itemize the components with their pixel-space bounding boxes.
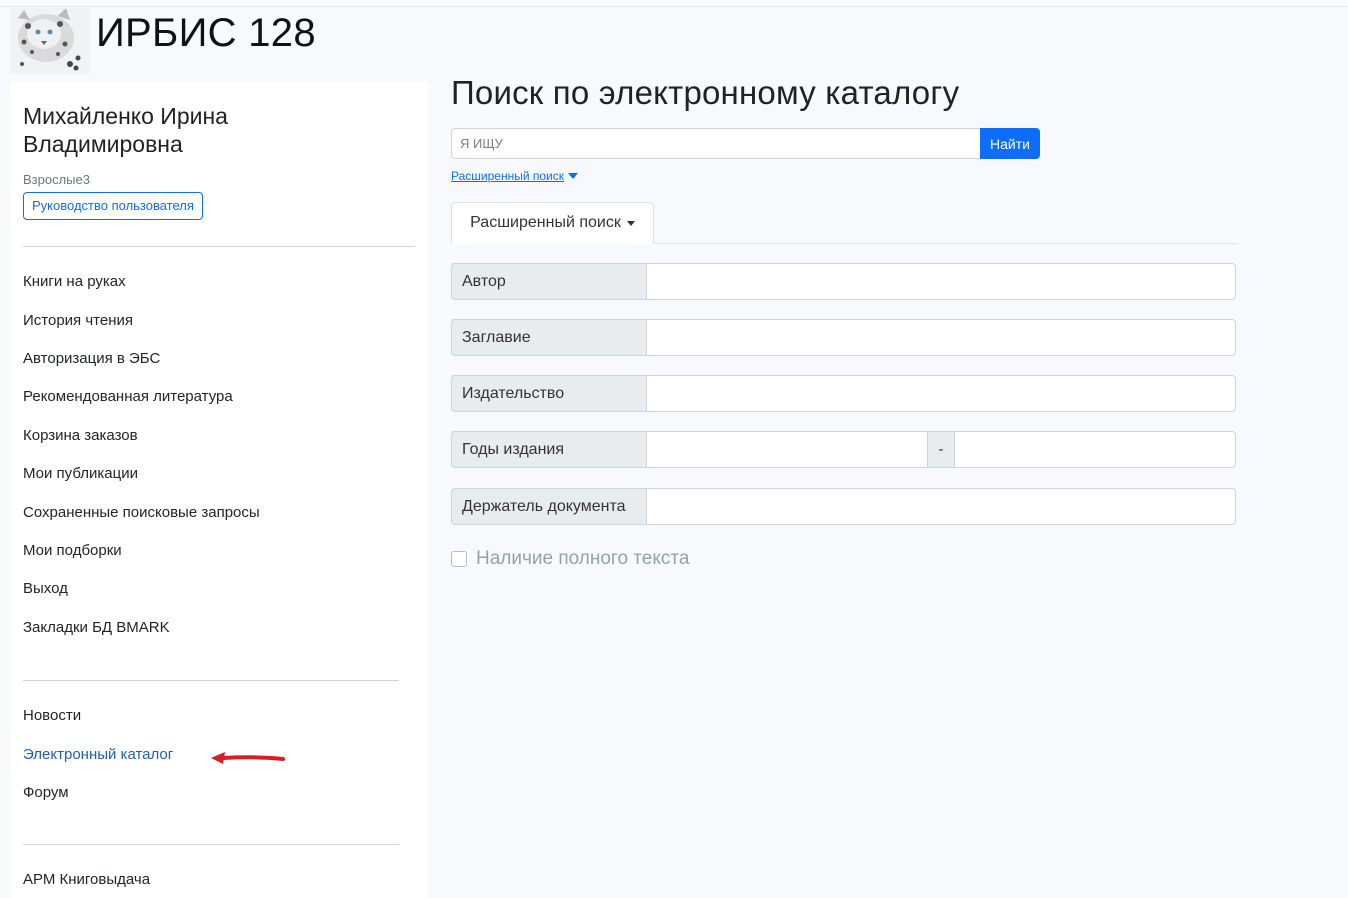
sidebar-item-saved-queries[interactable]: Сохраненные поисковые запросы [23, 504, 260, 521]
title-label: Заглавие [451, 319, 647, 356]
title-field-row: Заглавие [451, 319, 1236, 356]
sidebar-divider [23, 844, 399, 845]
sidebar-item-order-basket[interactable]: Корзина заказов [23, 427, 138, 444]
holder-label: Держатель документа [451, 488, 647, 525]
holder-field-row: Держатель документа [451, 488, 1236, 525]
snow-leopard-logo-icon[interactable] [10, 8, 90, 74]
tab-advanced-search[interactable]: Расширенный поиск [451, 202, 654, 244]
fulltext-checkbox-row[interactable]: Наличие полного текста [451, 548, 689, 570]
advanced-search-link-label: Расширенный поиск [451, 169, 564, 183]
publisher-label: Издательство [451, 375, 647, 412]
sidebar-item-logout[interactable]: Выход [23, 580, 68, 597]
red-arrow-icon [211, 752, 285, 764]
author-field-row: Автор [451, 263, 1236, 300]
sidebar-item-reading-history[interactable]: История чтения [23, 312, 133, 329]
year-to-input[interactable] [954, 431, 1236, 468]
tab-advanced-search-label: Расширенный поиск [470, 214, 621, 231]
search-button[interactable]: Найти [980, 128, 1040, 159]
publisher-input[interactable] [646, 375, 1236, 412]
search-input[interactable] [451, 128, 981, 159]
user-name: Михайленко Ирина Владимировна [23, 103, 228, 157]
years-field-row: Годы издания - [451, 431, 1236, 468]
caret-down-icon [568, 173, 578, 179]
sidebar: Михайленко Ирина Владимировна Взрослые3 … [10, 82, 428, 898]
page-title: Поиск по электронному каталогу [451, 74, 960, 111]
advanced-search-link[interactable]: Расширенный поиск [451, 169, 578, 183]
author-input[interactable] [646, 263, 1236, 300]
sidebar-item-my-collections[interactable]: Мои подборки [23, 542, 122, 559]
author-label: Автор [451, 263, 647, 300]
user-group: Взрослые3 [23, 172, 90, 187]
sidebar-item-news[interactable]: Новости [23, 707, 81, 724]
years-label: Годы издания [451, 431, 647, 468]
top-border [0, 6, 1348, 7]
sidebar-item-forum[interactable]: Форум [23, 784, 69, 801]
caret-down-icon [626, 220, 635, 226]
year-separator: - [927, 431, 955, 468]
sidebar-item-recommended-literature[interactable]: Рекомендованная литература [23, 388, 233, 405]
title-input[interactable] [646, 319, 1236, 356]
publisher-field-row: Издательство [451, 375, 1236, 412]
sidebar-item-electronic-catalog[interactable]: Электронный каталог [23, 746, 173, 763]
fulltext-checkbox[interactable] [451, 551, 467, 567]
year-from-input[interactable] [646, 431, 928, 468]
user-guide-button[interactable]: Руководство пользователя [23, 192, 203, 220]
sidebar-divider [23, 680, 399, 681]
sidebar-divider [23, 246, 415, 247]
app-title: ИРБИС 128 [96, 10, 316, 55]
sidebar-item-bmark-bookmarks[interactable]: Закладки БД BMARK [23, 619, 170, 636]
sidebar-item-my-publications[interactable]: Мои публикации [23, 465, 138, 482]
sidebar-item-books-on-hand[interactable]: Книги на руках [23, 273, 126, 290]
sidebar-item-arm-circulation[interactable]: АРМ Книговыдача [23, 871, 150, 888]
fulltext-checkbox-label: Наличие полного текста [476, 548, 690, 569]
app-header: ИРБИС 128 [10, 8, 316, 74]
holder-input[interactable] [646, 488, 1236, 525]
sidebar-item-ebs-authorization[interactable]: Авторизация в ЭБС [23, 350, 160, 367]
